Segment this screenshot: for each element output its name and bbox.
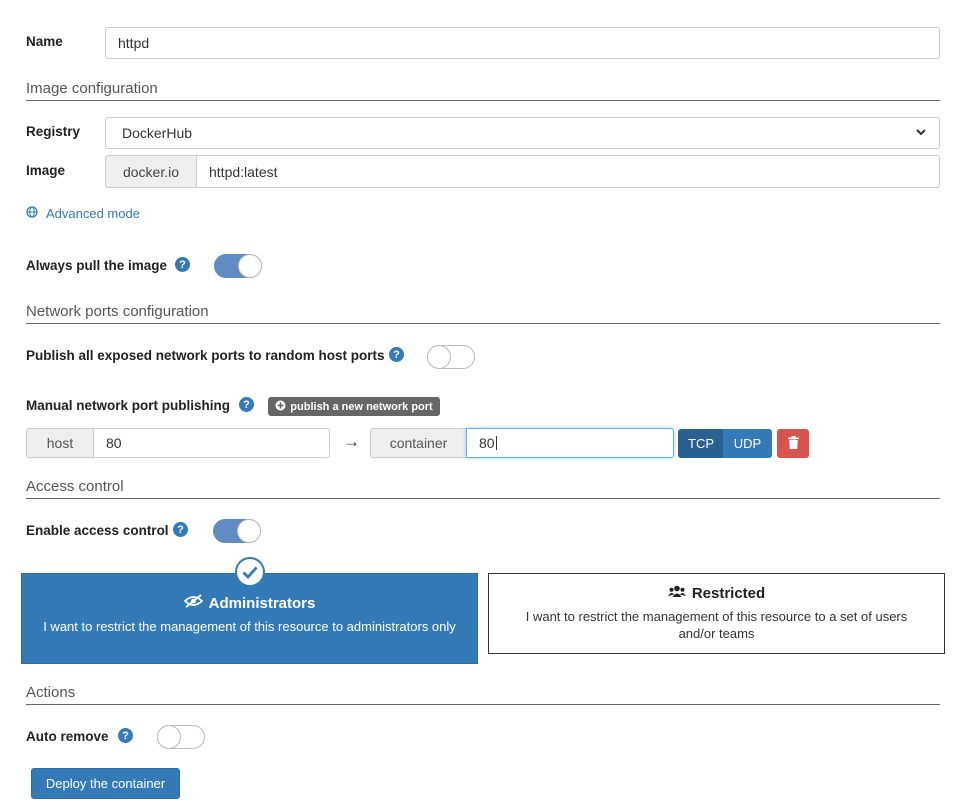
registry-select[interactable]: DockerHub: [105, 117, 940, 149]
always-pull-toggle[interactable]: [214, 254, 262, 278]
help-icon[interactable]: ?: [239, 397, 254, 412]
publish-new-port-label: publish a new network port: [290, 400, 433, 413]
enable-access-label: Enable access control: [26, 523, 169, 538]
advanced-mode-label: Advanced mode: [46, 206, 140, 221]
help-icon[interactable]: ?: [118, 728, 133, 743]
advanced-mode-link[interactable]: Advanced mode: [26, 206, 140, 221]
administrators-title: Administrators: [208, 594, 316, 612]
section-image-configuration: Image configuration: [26, 80, 940, 101]
registry-label: Registry: [26, 124, 81, 139]
restricted-description: I want to restrict the management of thi…: [525, 609, 908, 641]
image-input[interactable]: httpd:latest: [196, 155, 940, 188]
administrators-description: I want to restrict the management of thi…: [43, 619, 456, 634]
name-input[interactable]: httpd: [105, 27, 940, 59]
users-icon: [667, 585, 686, 602]
trash-icon: [787, 435, 799, 452]
auto-remove-toggle[interactable]: [157, 725, 205, 749]
section-access-control: Access control: [26, 478, 940, 499]
help-icon[interactable]: ?: [173, 522, 188, 537]
deploy-container-button[interactable]: Deploy the container: [31, 768, 180, 799]
chevron-down-icon: [915, 125, 927, 141]
image-registry-prefix: docker.io: [105, 155, 197, 188]
name-label: Name: [26, 34, 63, 49]
host-addon: host: [26, 428, 94, 458]
image-label: Image: [26, 163, 66, 178]
tcp-button[interactable]: TCP: [678, 429, 724, 458]
auto-remove-label: Auto remove: [26, 729, 109, 744]
container-port-value: 80: [479, 435, 495, 451]
name-input-value: httpd: [118, 35, 150, 51]
registry-select-value: DockerHub: [122, 125, 193, 141]
manual-port-label: Manual network port publishing: [26, 398, 230, 413]
publish-new-port-button[interactable]: publish a new network port: [268, 397, 440, 416]
delete-port-button[interactable]: [777, 429, 809, 458]
plus-circle-icon: [275, 400, 286, 414]
host-port-input[interactable]: 80: [93, 428, 330, 458]
eye-slash-icon: [183, 594, 203, 612]
arrow-right-icon: →: [343, 432, 360, 451]
help-icon[interactable]: ?: [389, 347, 404, 362]
restricted-title: Restricted: [691, 585, 766, 602]
globe-icon: [26, 206, 38, 221]
restricted-card[interactable]: Restricted I want to restrict the manage…: [488, 573, 945, 654]
container-port-input[interactable]: 80: [466, 428, 674, 458]
image-input-value: httpd:latest: [209, 163, 278, 180]
always-pull-label: Always pull the image: [26, 258, 168, 273]
container-addon: container: [370, 428, 467, 458]
help-icon[interactable]: ?: [175, 257, 190, 272]
publish-all-label: Publish all exposed network ports to ran…: [26, 348, 385, 363]
udp-button[interactable]: UDP: [723, 429, 772, 458]
publish-all-toggle[interactable]: [427, 345, 475, 369]
enable-access-toggle[interactable]: [213, 519, 261, 543]
host-port-value: 80: [106, 435, 122, 451]
checkmark-icon: [235, 557, 265, 587]
section-actions: Actions: [26, 684, 940, 705]
section-network-ports: Network ports configuration: [26, 303, 940, 324]
